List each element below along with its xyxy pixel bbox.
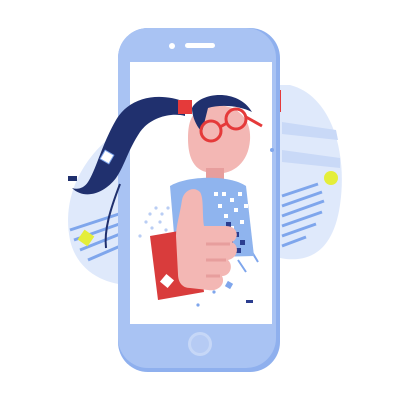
phone-illustration bbox=[68, 28, 342, 372]
yellow-dot bbox=[324, 171, 338, 185]
hair-tie bbox=[178, 100, 192, 114]
phone-camera bbox=[169, 43, 175, 49]
illustration-canvas bbox=[0, 0, 400, 400]
phone-speaker bbox=[185, 43, 215, 48]
